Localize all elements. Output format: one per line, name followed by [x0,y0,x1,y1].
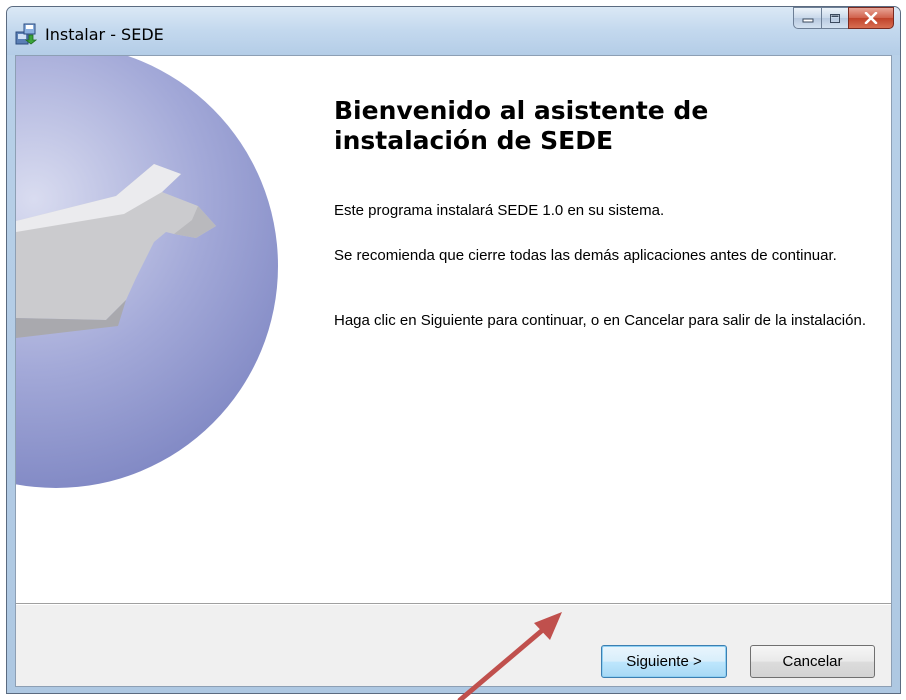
wizard-client-area: Bienvenido al asistente de instalación d… [15,55,892,687]
window-controls [793,7,894,29]
minimize-icon [802,18,813,23]
button-bar: Siguiente > Cancelar [16,603,891,686]
welcome-content: Bienvenido al asistente de instalación d… [312,56,891,603]
title-bar[interactable]: Instalar - SEDE [7,7,900,55]
close-apps-text: Se recomienda que cierre todas las demás… [334,247,837,264]
minimize-button[interactable] [793,7,821,29]
side-panel [16,56,312,603]
continue-instructions-text: Haga clic en Siguiente para continuar, o… [334,312,866,329]
maximize-icon [830,13,840,23]
wrench-on-sphere-graphic [16,56,278,488]
cancel-button[interactable]: Cancelar [750,645,875,678]
next-button[interactable]: Siguiente > [601,645,727,678]
maximize-button[interactable] [821,7,848,29]
close-icon [864,12,878,24]
installer-window: Instalar - SEDE Bienvenido al asistente … [6,6,901,694]
window-title: Instalar - SEDE [45,25,164,44]
install-info-text: Este programa instalará SEDE 1.0 en su s… [334,202,665,219]
close-button[interactable] [848,7,894,29]
welcome-heading: Bienvenido al asistente de instalación d… [334,96,709,155]
installer-icon [15,23,37,45]
